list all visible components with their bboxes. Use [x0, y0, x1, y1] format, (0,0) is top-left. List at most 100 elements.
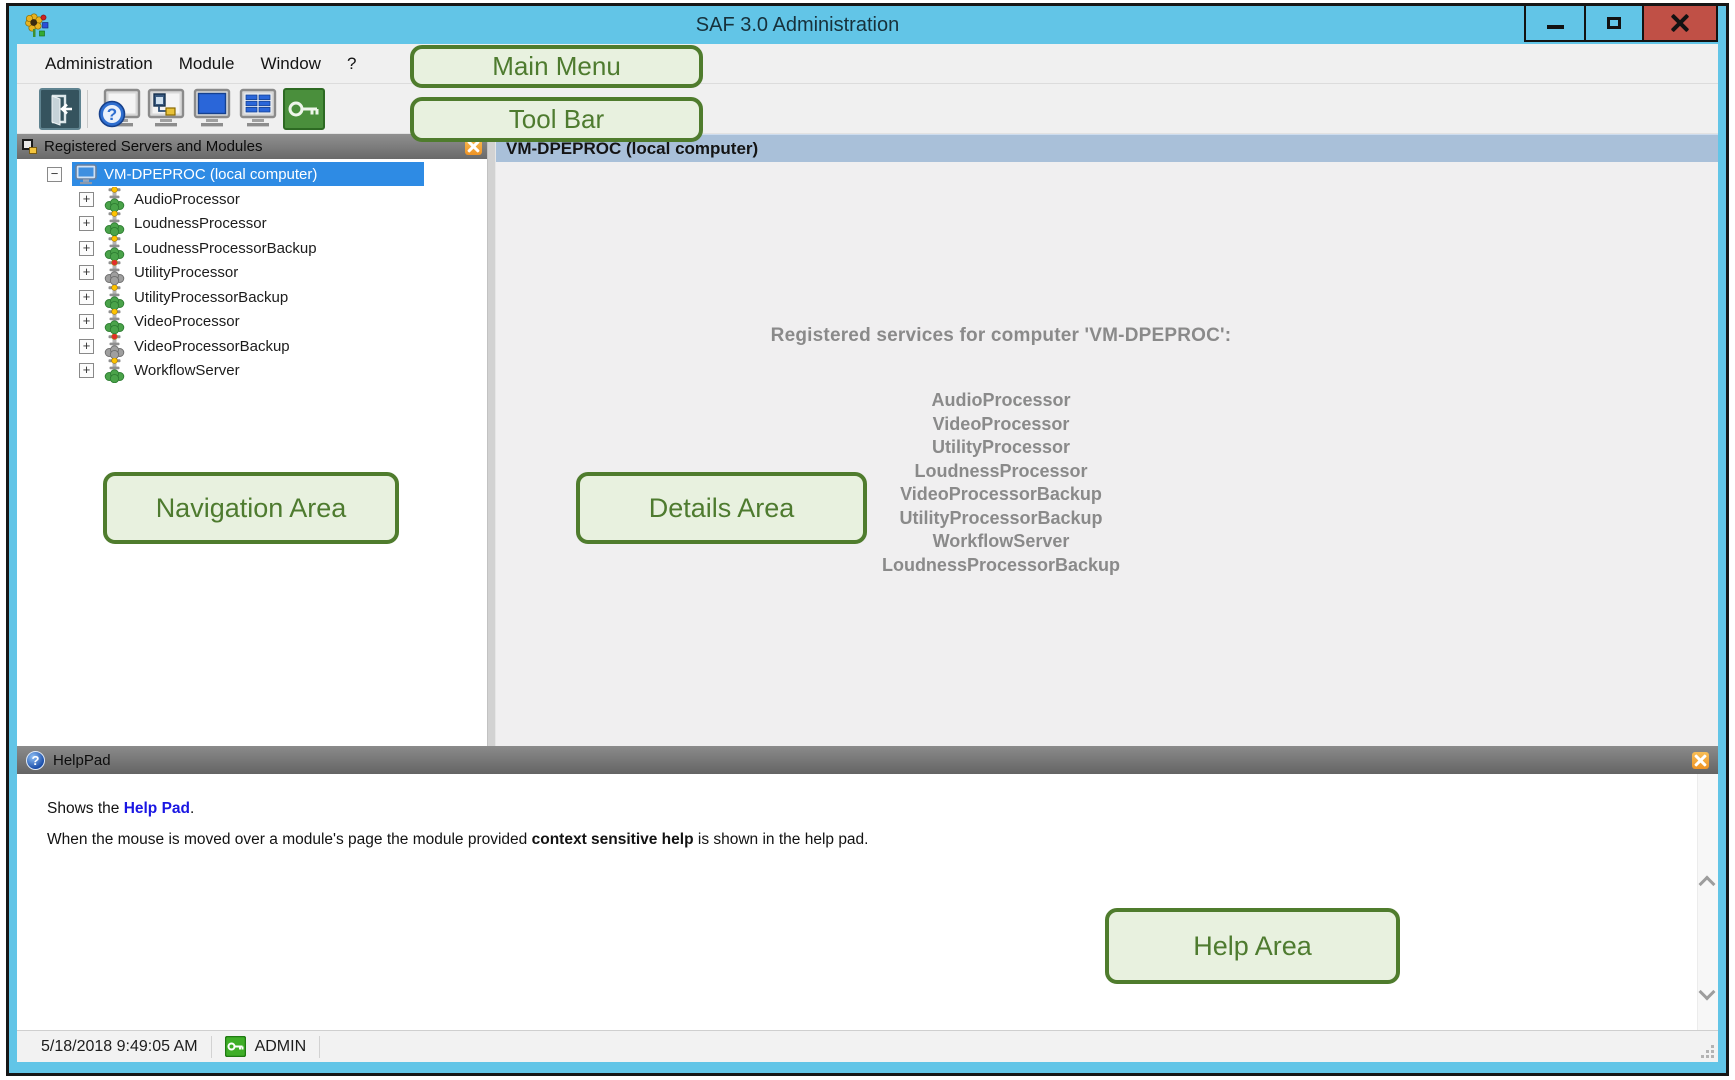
help-text-line2: When the mouse is moved over a module's …	[47, 831, 868, 849]
menu-item[interactable]: Module	[166, 44, 248, 84]
callout-tool-bar: Tool Bar	[410, 97, 703, 142]
service-name: VideoProcessor	[496, 413, 1506, 437]
help-text: When the mouse is moved over a module's …	[47, 831, 532, 848]
minimize-button[interactable]	[1526, 6, 1584, 40]
helppad-header: ? HelpPad	[17, 746, 1718, 774]
registered-services-message: Registered services for computer 'VM-DPE…	[496, 325, 1506, 347]
status-user: ADMIN	[225, 1036, 307, 1057]
help-text-bold: context sensitive help	[532, 831, 694, 848]
modules-button[interactable]	[143, 86, 189, 132]
tree-item[interactable]: + AudioProcessor	[79, 187, 487, 212]
service-status-icon	[104, 334, 125, 359]
status-bar: 5/18/2018 9:49:05 AM ADMIN	[17, 1030, 1718, 1062]
expand-icon[interactable]: +	[79, 216, 94, 231]
tree-item[interactable]: + VideoProcessor	[79, 334, 487, 359]
tree-item-label: AudioProcessor	[134, 191, 240, 208]
maximize-icon	[1607, 17, 1621, 29]
close-button[interactable]	[1642, 6, 1716, 40]
menu-item[interactable]: ?	[334, 44, 369, 84]
svg-text:?: ?	[107, 105, 117, 124]
callout-label: Navigation Area	[156, 493, 347, 524]
tree-item[interactable]: + VideoProcessor	[79, 310, 487, 335]
service-status-icon	[104, 211, 125, 236]
toolbar-separator	[87, 90, 88, 128]
tree-selection[interactable]: VM-DPEPROC (local computer)	[72, 162, 424, 186]
help-monitor-icon: ?	[97, 88, 143, 130]
callout-label: Main Menu	[492, 51, 621, 82]
help-text: Shows the	[47, 800, 124, 817]
security-button[interactable]	[281, 86, 327, 132]
exit-button[interactable]	[37, 86, 83, 132]
tree-item-label: VideoProcessor	[134, 313, 240, 330]
maximize-button[interactable]	[1584, 6, 1642, 40]
key-icon	[283, 88, 325, 130]
title-bar: SAF 3.0 Administration	[9, 6, 1726, 44]
tree-item[interactable]: + UtilityProcess	[79, 261, 487, 286]
service-name: UtilityProcessor	[496, 436, 1506, 460]
show-screen-button[interactable]	[189, 86, 235, 132]
expand-icon[interactable]: +	[79, 290, 94, 305]
expand-icon[interactable]: +	[79, 363, 94, 378]
callout-label: Help Area	[1193, 931, 1312, 962]
help-button[interactable]: ?	[97, 86, 143, 132]
minimize-icon	[1547, 25, 1564, 29]
desktop-icon	[190, 88, 234, 130]
expand-icon[interactable]: +	[79, 192, 94, 207]
help-question-icon: ?	[26, 751, 45, 770]
status-username: ADMIN	[255, 1038, 307, 1056]
tree-item-root[interactable]: − VM-DPEPROC (local computer)	[47, 161, 487, 187]
callout-main-menu: Main Menu	[410, 45, 703, 88]
service-name: LoudnessProcessorBackup	[496, 554, 1506, 578]
help-pad-link[interactable]: Help Pad	[124, 800, 190, 817]
help-scrollbar[interactable]	[1697, 774, 1718, 1030]
details-body: Registered services for computer 'VM-DPE…	[496, 162, 1718, 746]
expand-icon[interactable]: +	[79, 265, 94, 280]
tree-item[interactable]: + WorkflowServer	[79, 359, 487, 384]
computer-icon	[75, 164, 97, 185]
expand-icon[interactable]: +	[79, 339, 94, 354]
module-window-icon	[144, 88, 188, 130]
client-area: Administration Module Window ?	[17, 44, 1718, 1062]
tree-item-label: UtilityProcessorBackup	[134, 289, 288, 306]
menu-item[interactable]: Window	[247, 44, 333, 84]
expand-icon[interactable]: +	[79, 314, 94, 329]
helppad-title: HelpPad	[53, 752, 1692, 769]
tree-item-label: VM-DPEPROC (local computer)	[104, 166, 317, 183]
tree-item[interactable]: + UtilityProcess	[79, 285, 487, 310]
navigation-panel: Registered Servers and Modules −	[17, 134, 487, 746]
help-text-line1: Shows the Help Pad.	[47, 800, 194, 818]
grid-view-icon	[236, 88, 280, 130]
service-status-icon	[104, 285, 125, 310]
service-status-icon	[104, 260, 125, 285]
help-text: .	[190, 800, 194, 817]
scroll-down-icon[interactable]	[1699, 984, 1716, 1001]
expand-icon[interactable]: +	[79, 241, 94, 256]
tool-bar: ?	[17, 84, 1718, 134]
tree-item-label: VideoProcessorBackup	[134, 338, 290, 355]
service-status-icon	[104, 358, 125, 383]
helppad-close-icon[interactable]	[1692, 752, 1709, 769]
callout-details-area: Details Area	[576, 472, 867, 544]
details-panel: VM-DPEPROC (local computer) Registered s…	[496, 134, 1718, 746]
menu-item[interactable]: Administration	[32, 44, 166, 84]
resize-grip[interactable]	[1702, 1046, 1714, 1058]
service-name: AudioProcessor	[496, 389, 1506, 413]
main-menu-bar: Administration Module Window ?	[17, 44, 1718, 84]
collapse-icon[interactable]: −	[47, 167, 62, 182]
service-status-icon	[104, 309, 125, 334]
service-status-icon	[104, 236, 125, 261]
help-text: is shown in the help pad.	[694, 831, 869, 848]
tree-item[interactable]: + LoudnessProces	[79, 212, 487, 237]
admin-key-icon	[225, 1036, 246, 1057]
scroll-up-icon[interactable]	[1699, 876, 1716, 893]
tree-item-label: LoudnessProcessorBackup	[134, 240, 317, 257]
main-area: Registered Servers and Modules −	[17, 134, 1718, 746]
dock-panel-icon	[22, 139, 37, 154]
tree-item[interactable]: + LoudnessProces	[79, 236, 487, 261]
navigation-panel-title: Registered Servers and Modules	[44, 138, 465, 155]
grid-view-button[interactable]	[235, 86, 281, 132]
panel-splitter[interactable]	[487, 134, 496, 746]
tree-item-label: WorkflowServer	[134, 362, 240, 379]
close-icon	[1670, 13, 1690, 33]
callout-label: Tool Bar	[509, 104, 604, 135]
